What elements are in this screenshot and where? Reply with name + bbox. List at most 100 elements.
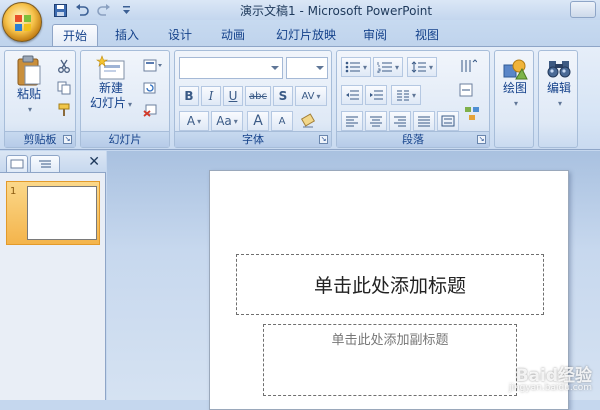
- increase-indent-button[interactable]: [365, 85, 387, 105]
- editing-button[interactable]: 编辑 ▾: [541, 57, 577, 111]
- layout-icon[interactable]: [141, 57, 165, 75]
- paste-icon: [17, 55, 41, 86]
- new-slide-label-line1: 新建: [98, 81, 123, 95]
- bold-button[interactable]: B: [179, 86, 199, 106]
- align-right-button[interactable]: [389, 111, 411, 131]
- justify-icon: [418, 116, 430, 127]
- line-spacing-dropdown-icon[interactable]: ▾: [429, 63, 433, 72]
- align-center-icon: [370, 116, 382, 127]
- tab-insert[interactable]: 插入: [104, 24, 150, 46]
- customize-toolbar-icon[interactable]: [118, 2, 134, 18]
- tab-view[interactable]: 视图: [404, 24, 450, 46]
- tab-slide-show[interactable]: 幻灯片放映: [266, 24, 346, 46]
- office-logo-icon: [15, 15, 31, 31]
- window-title: 演示文稿1 - Microsoft PowerPoint: [240, 4, 433, 18]
- numbering-button[interactable]: ▾: [373, 57, 403, 77]
- new-slide-label-line2: 幻灯片: [89, 96, 126, 110]
- character-spacing-button[interactable]: AV ▾: [295, 86, 327, 106]
- change-case-label: Aa: [216, 114, 232, 128]
- font-size-combo[interactable]: [286, 57, 328, 79]
- change-case-dropdown-icon[interactable]: ▾: [234, 117, 238, 126]
- increase-indent-icon: [370, 90, 383, 100]
- bullets-button[interactable]: ▾: [341, 57, 371, 77]
- window-control-button[interactable]: [570, 1, 596, 18]
- tab-outline[interactable]: [30, 155, 60, 172]
- editing-dropdown-icon[interactable]: ▾: [558, 96, 562, 111]
- character-spacing-dropdown-icon[interactable]: ▾: [317, 92, 321, 101]
- new-slide-dropdown-icon[interactable]: ▾: [128, 100, 132, 109]
- undo-icon[interactable]: [74, 2, 90, 18]
- character-spacing-label: AV: [301, 90, 315, 102]
- redo-icon[interactable]: [96, 2, 112, 18]
- tab-slides-thumbnails[interactable]: [6, 155, 28, 172]
- strikethrough-button[interactable]: abc: [245, 86, 271, 106]
- slide-editing-area: 单击此处添加标题 单击此处添加副标题 Baid经验 jingyan.baidu.…: [107, 151, 600, 410]
- columns-dropdown-icon[interactable]: ▾: [412, 91, 416, 100]
- text-direction-icon[interactable]: [457, 57, 479, 75]
- clipboard-launcher-icon[interactable]: ↘: [63, 135, 72, 144]
- align-left-icon: [346, 116, 358, 127]
- font-launcher-icon[interactable]: ↘: [319, 135, 328, 144]
- font-size-dropdown-icon[interactable]: [316, 66, 324, 70]
- clipboard-group: 粘贴 ▾ 剪贴板 ↘: [4, 50, 76, 148]
- font-group: B I U abc S AV ▾ A ▾ Aa ▾ A A 字体 ↘: [174, 50, 332, 148]
- clear-formatting-icon[interactable]: [299, 112, 317, 130]
- tab-review[interactable]: 审阅: [352, 24, 398, 46]
- editing-group: 编辑 ▾: [538, 50, 578, 148]
- delete-slide-icon[interactable]: [141, 101, 159, 119]
- underline-button[interactable]: U: [223, 86, 243, 106]
- font-color-button[interactable]: A ▾: [179, 111, 209, 131]
- paragraph-group: ▾ ▾ ▾ ▾ 段落 ↘: [336, 50, 490, 148]
- slides-outline-pane: ✕ 1: [0, 151, 106, 400]
- tab-home[interactable]: 开始: [52, 24, 98, 46]
- font-name-combo[interactable]: [179, 57, 283, 79]
- copy-icon[interactable]: [55, 79, 73, 97]
- drawing-button[interactable]: 绘图 ▾: [497, 57, 533, 111]
- paste-dropdown-icon[interactable]: ▾: [28, 102, 32, 117]
- decrease-indent-icon: [346, 90, 359, 100]
- drawing-label: 绘图: [502, 81, 527, 95]
- cut-icon[interactable]: [55, 57, 73, 75]
- new-slide-button[interactable]: 新建 幻灯片 ▾: [85, 55, 137, 112]
- align-text-icon[interactable]: [457, 81, 479, 99]
- distribute-button[interactable]: [437, 111, 459, 131]
- tab-design[interactable]: 设计: [157, 24, 203, 46]
- font-color-dropdown-icon[interactable]: ▾: [197, 117, 201, 126]
- font-name-dropdown-icon[interactable]: [271, 66, 279, 70]
- align-left-button[interactable]: [341, 111, 363, 131]
- decrease-indent-button[interactable]: [341, 85, 363, 105]
- new-slide-icon: [96, 55, 125, 80]
- italic-button[interactable]: I: [201, 86, 221, 106]
- paragraph-launcher-icon[interactable]: ↘: [477, 135, 486, 144]
- justify-button[interactable]: [413, 111, 435, 131]
- subtitle-placeholder[interactable]: 单击此处添加副标题: [263, 324, 517, 396]
- paste-button[interactable]: 粘贴 ▾: [11, 55, 47, 117]
- columns-button[interactable]: ▾: [391, 85, 421, 105]
- title-placeholder[interactable]: 单击此处添加标题: [236, 254, 544, 315]
- outline-icon: [39, 160, 51, 168]
- office-button[interactable]: [2, 2, 42, 42]
- grow-font-button[interactable]: A: [247, 111, 269, 131]
- shrink-font-button[interactable]: A: [271, 111, 293, 131]
- reset-slide-icon[interactable]: [141, 79, 159, 97]
- drawing-group: 绘图 ▾: [494, 50, 534, 148]
- watermark-url: jingyan.baidu.com: [508, 383, 592, 393]
- binoculars-icon: [547, 61, 571, 78]
- watermark-logo: Baid经验: [515, 366, 592, 386]
- bullets-dropdown-icon[interactable]: ▾: [363, 63, 367, 72]
- watermark: Baid经验 jingyan.baidu.com: [508, 366, 592, 394]
- convert-to-smartart-icon[interactable]: [461, 105, 483, 123]
- save-icon[interactable]: [52, 2, 68, 18]
- text-shadow-button[interactable]: S: [273, 86, 293, 106]
- align-center-button[interactable]: [365, 111, 387, 131]
- slides-group-label: 幻灯片: [81, 131, 169, 147]
- slide-thumbnail-selected[interactable]: 1: [6, 181, 100, 245]
- numbering-dropdown-icon[interactable]: ▾: [395, 63, 399, 72]
- line-spacing-button[interactable]: ▾: [407, 57, 437, 77]
- ribbon: 粘贴 ▾ 剪贴板 ↘ 新建 幻灯片 ▾ 幻灯片 B I U abc S AV ▾…: [0, 46, 600, 150]
- format-painter-icon[interactable]: [55, 101, 73, 119]
- drawing-dropdown-icon[interactable]: ▾: [514, 96, 518, 111]
- tab-animations[interactable]: 动画: [210, 24, 256, 46]
- close-icon[interactable]: ✕: [88, 154, 100, 170]
- change-case-button[interactable]: Aa ▾: [211, 111, 243, 131]
